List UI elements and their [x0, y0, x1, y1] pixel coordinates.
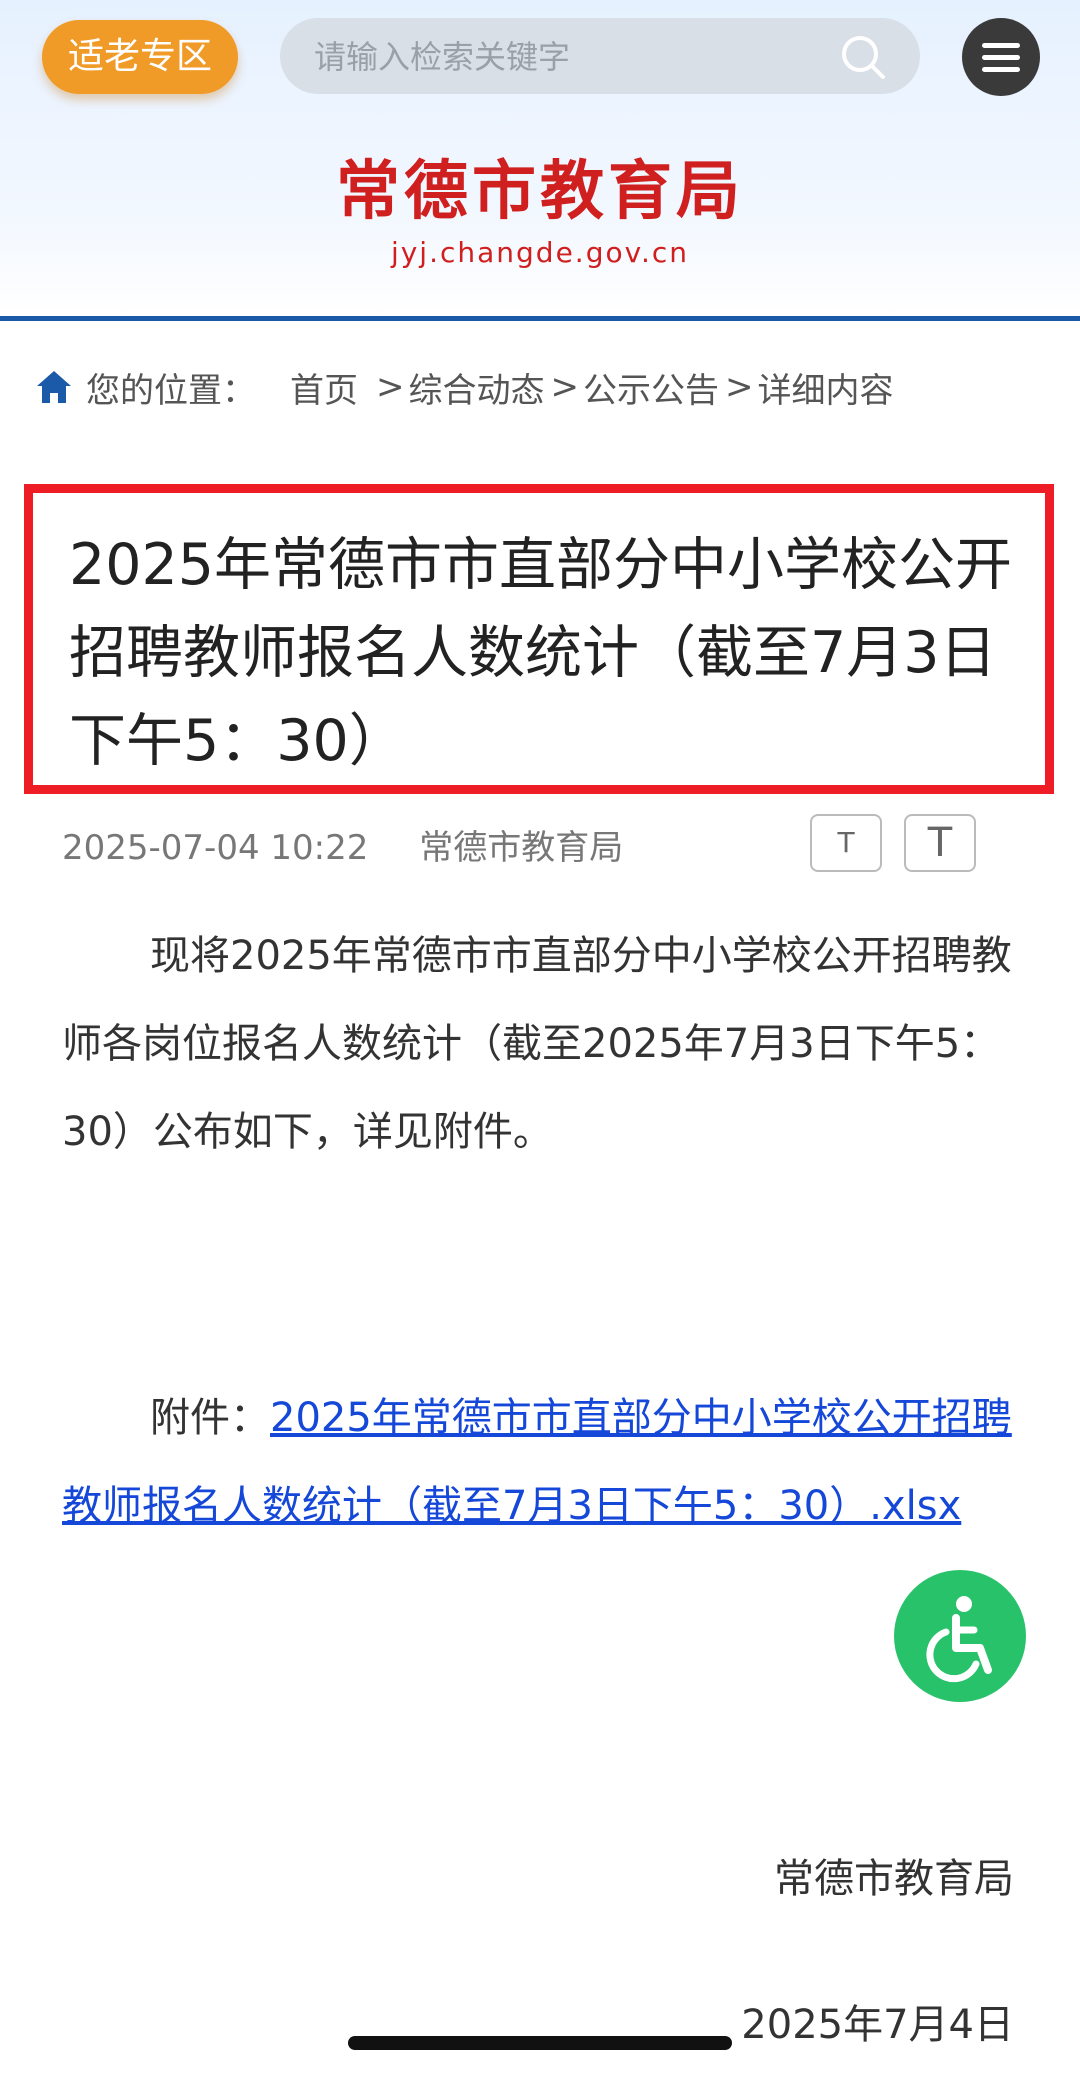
article-title: 2025年常德市市直部分中小学校公开招聘教师报名人数统计（截至7月3日下午5：3… — [69, 532, 1013, 774]
breadcrumb-separator: > — [550, 367, 580, 407]
signature: 常德市教育局 — [774, 1856, 1014, 1902]
breadcrumb: 您的位置： 首页 > 综合动态 > 公示公告 > 详细内容 — [34, 362, 894, 412]
breadcrumb-separator: > — [376, 367, 405, 407]
breadcrumb-separator: > — [725, 367, 754, 407]
elder-zone-button[interactable]: 适老专区 — [42, 20, 238, 94]
home-indicator[interactable] — [348, 2036, 732, 2050]
attachment-label: 附件： — [150, 1395, 270, 1441]
title-highlight-box: 2025年常德市市直部分中小学校公开招聘教师报名人数统计（截至7月3日下午5：3… — [24, 484, 1054, 794]
search-icon[interactable] — [838, 32, 888, 82]
accessibility-button[interactable] — [894, 1570, 1026, 1702]
attachment-paragraph: 附件：2025年常德市市直部分中小学校公开招聘教师报名人数统计（截至7月3日下午… — [62, 1374, 1022, 1550]
font-size-small-button[interactable]: T — [810, 814, 882, 872]
breadcrumb-news[interactable]: 综合动态 — [409, 363, 545, 412]
breadcrumb-prefix: 您的位置： — [86, 370, 256, 411]
search-bar[interactable] — [280, 18, 920, 96]
article-body: 现将2025年常德市市直部分中小学校公开招聘教师各岗位报名人数统计（截至2025… — [62, 933, 1012, 1155]
menu-icon — [982, 43, 1020, 48]
breadcrumb-detail: 详细内容 — [757, 370, 894, 411]
font-size-large-button[interactable]: T — [904, 814, 976, 872]
sign-date: 2025年7月4日 — [741, 2002, 1014, 2048]
home-icon — [37, 371, 71, 403]
breadcrumb-notices[interactable]: 公示公告 — [583, 363, 719, 412]
article-meta: 2025-07-04 10:22 常德市教育局 — [62, 820, 623, 869]
site-domain: jyj.changde.gov.cn — [390, 236, 690, 269]
publish-date: 2025-07-04 10:22 — [62, 828, 369, 868]
menu-button[interactable] — [962, 18, 1040, 96]
wheelchair-icon — [926, 1596, 992, 1683]
publisher: 常德市教育局 — [419, 828, 624, 868]
search-input[interactable] — [312, 18, 836, 96]
site-title: 常德市教育局 — [336, 155, 744, 229]
breadcrumb-home[interactable]: 首页 — [290, 363, 358, 412]
site-header: 适老专区 常德市教育局 jyj.changde.gov.cn — [0, 0, 1080, 321]
